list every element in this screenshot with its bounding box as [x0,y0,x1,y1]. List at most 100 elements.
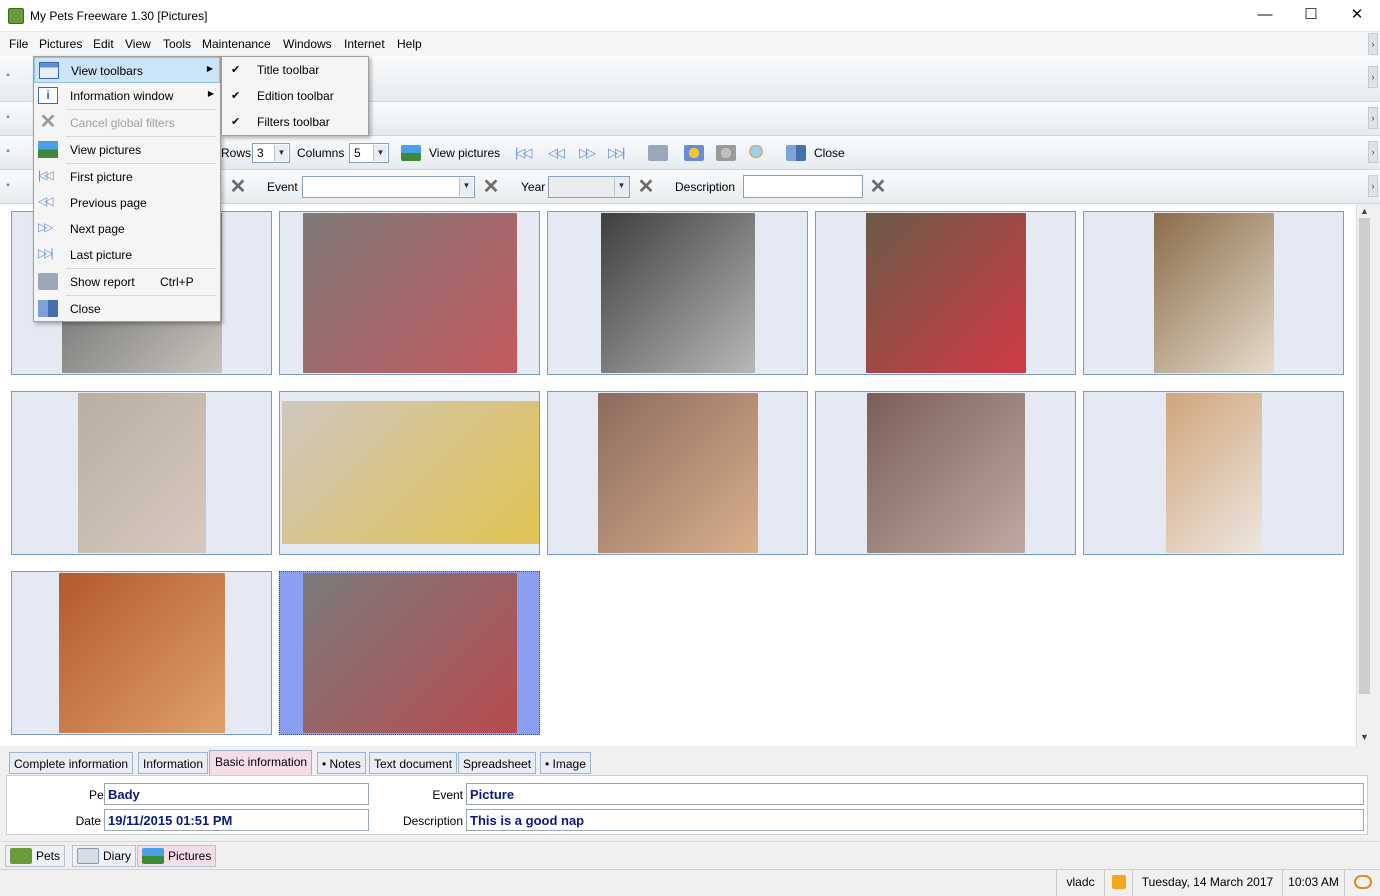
maximize-button[interactable]: ☐ [1288,0,1334,30]
chevron-down-icon: ▼ [373,145,387,161]
year-filter-select[interactable]: ▼ [548,176,630,198]
toolbar-chevron-icon[interactable]: › [1368,66,1378,88]
picture-cell[interactable] [815,211,1076,375]
clear-filter-icon[interactable]: ✕ [228,177,248,197]
menu-maintenance[interactable]: Maintenance [202,37,271,51]
toolbar-grip-icon[interactable]: ▪ [4,181,12,191]
menu-item-first-picture[interactable]: |◁◁ First picture [34,164,220,190]
view-toolbars-submenu: ✔ Title toolbar ✔ Edition toolbar ✔ Filt… [221,56,369,136]
pet-photo [303,213,517,373]
toolbar-chevron-icon[interactable]: › [1368,141,1378,163]
picture-cell[interactable] [279,211,540,375]
tab-pictures[interactable]: Pictures [137,845,217,867]
menu-item-show-report[interactable]: Show report Ctrl+P [34,269,220,295]
clear-year-filter-icon[interactable]: ✕ [636,177,656,197]
description-field[interactable]: This is a good nap [466,809,1364,831]
picture-cell[interactable] [279,391,540,555]
tab-information[interactable]: Information [138,752,209,774]
pet-photo [867,393,1025,553]
scroll-up-icon[interactable]: ▲ [1360,206,1369,216]
scrollbar-thumb[interactable] [1359,218,1370,694]
picture-cell[interactable] [11,391,272,555]
menu-bar: File Pictures Edit View Tools Maintenanc… [0,32,1380,56]
picture-cell[interactable] [547,211,808,375]
tab-basic-information[interactable]: Basic information [209,750,313,775]
landscape-icon [142,848,164,864]
menu-item-previous-page[interactable]: ◁◁ Previous page [34,190,220,216]
menu-item-close[interactable]: Close [34,296,220,322]
dog-icon [10,848,32,864]
menu-item-information-window[interactable]: i Information window ▶ [34,83,220,109]
picture-cell[interactable] [11,571,272,735]
submenu-item-title-toolbar[interactable]: ✔ Title toolbar [222,57,368,83]
printer-icon[interactable] [648,145,668,161]
module-tabs: Pets Diary Pictures [0,841,1380,869]
rows-label: Rows [221,146,252,160]
close-button[interactable]: Close [782,140,852,166]
tab-spreadsheet[interactable]: Spreadsheet [458,752,537,774]
menu-internet[interactable]: Internet [344,37,385,51]
description-filter-label: Description [675,180,736,194]
tab-pets[interactable]: Pets [5,845,66,867]
sync-icon[interactable] [1344,870,1380,896]
year-filter-label: Year [521,180,546,194]
minimize-button[interactable]: — [1242,0,1288,30]
status-bar: vladc Tuesday, 14 March 2017 10:03 AM [0,869,1380,896]
pet-field[interactable]: Bady [104,783,369,805]
menu-item-view-pictures[interactable]: View pictures [34,137,220,163]
previous-icon: ◁◁ [38,194,53,208]
first-picture-icon[interactable]: |◁◁ [515,145,532,161]
lock-icon[interactable] [1104,870,1132,896]
scroll-down-icon[interactable]: ▼ [1360,732,1369,742]
menu-tools[interactable]: Tools [163,37,191,51]
menu-item-view-toolbars[interactable]: View toolbars ▶ [34,57,220,83]
menu-windows[interactable]: Windows [283,37,332,51]
picture-cell[interactable] [815,391,1076,555]
tab-notes[interactable]: • Notes [317,752,366,774]
menu-file[interactable]: File [9,37,28,51]
close-window-button[interactable]: ✕ [1334,0,1380,30]
submenu-item-filters-toolbar[interactable]: ✔ Filters toolbar [222,109,368,135]
menu-help[interactable]: Help [397,37,422,51]
event-field[interactable]: Picture [466,783,1364,805]
tab-complete-information[interactable]: Complete information [9,752,134,774]
vertical-scrollbar[interactable]: ▲ ▼ [1356,204,1372,746]
date-field[interactable]: 19/11/2015 01:51 PM [104,809,369,831]
menu-item-cancel-global-filters: ✕ Cancel global filters [39,111,175,133]
rows-select[interactable]: 3 ▼ [252,143,290,163]
clear-description-filter-icon[interactable]: ✕ [868,177,888,197]
tab-text-document[interactable]: Text document [369,752,458,774]
picture-cell-selected[interactable] [279,571,540,735]
coins-gray-icon[interactable] [716,145,736,161]
coins-icon[interactable] [684,145,704,161]
view-pictures-button[interactable]: View pictures [395,140,507,166]
app-icon [8,8,24,24]
menu-item-next-page[interactable]: ▷▷ Next page [34,216,220,242]
picture-cell[interactable] [547,391,808,555]
submenu-item-edition-toolbar[interactable]: ✔ Edition toolbar [222,83,368,109]
tab-image[interactable]: • Image [540,752,591,774]
tab-diary[interactable]: Diary [72,845,137,867]
toolbar-chevron-icon[interactable]: › [1368,107,1378,129]
last-picture-icon[interactable]: ▷▷| [608,145,625,161]
toolbar-grip-icon[interactable]: ▪ [4,147,12,157]
event-filter-select[interactable]: ▼ [302,176,475,198]
previous-page-icon[interactable]: ◁◁ [548,145,565,161]
toolbar-grip-icon[interactable]: ▪ [4,113,12,123]
toolbar-chevron-icon[interactable]: › [1368,175,1378,197]
clear-event-filter-icon[interactable]: ✕ [481,177,501,197]
picture-cell[interactable] [1083,211,1344,375]
title-bar: My Pets Freeware 1.30 [Pictures] — ☐ ✕ [0,0,1380,32]
menu-view[interactable]: View [125,37,151,51]
picture-cell[interactable] [1083,391,1344,555]
menu-pictures[interactable]: Pictures [39,37,82,51]
submenu-arrow-icon: ▶ [207,89,214,98]
toolbar-grip-icon[interactable]: ▪ [4,71,12,81]
description-filter-input[interactable] [743,175,863,198]
menu-item-last-picture[interactable]: ▷▷| Last picture [34,242,220,268]
columns-select[interactable]: 5 ▼ [349,143,389,163]
menu-edit[interactable]: Edit [93,37,114,51]
magnifier-icon[interactable] [748,145,768,161]
next-page-icon[interactable]: ▷▷ [579,145,596,161]
menu-chevron-icon[interactable]: › [1368,33,1378,55]
